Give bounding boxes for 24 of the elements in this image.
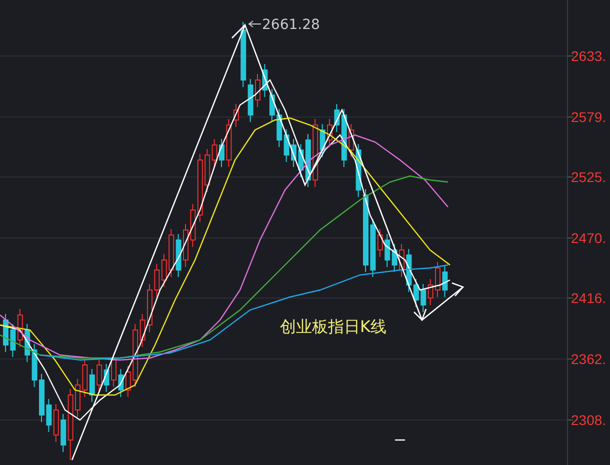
candlestick	[147, 284, 152, 332]
candlestick	[435, 262, 440, 298]
candlestick	[327, 118, 332, 148]
axis-label: 2308.	[571, 411, 606, 429]
candlestick	[255, 74, 260, 108]
candlestick	[291, 138, 296, 168]
axis-label: 2525.	[571, 168, 606, 186]
peak-price-label: 2661.28	[262, 16, 320, 34]
axis-label: 2633.	[571, 47, 606, 65]
axis-label: 2362.	[571, 350, 606, 368]
candlestick	[442, 266, 448, 298]
candlestick	[399, 244, 404, 278]
candlestick	[219, 138, 224, 168]
candlestick	[75, 378, 80, 418]
candlestick	[3, 314, 8, 352]
marker-line	[395, 439, 405, 441]
arrow-icon	[248, 20, 262, 28]
axis-label: 2470.	[571, 229, 606, 247]
candlestick	[39, 374, 44, 422]
axis-label: 2579.	[571, 108, 606, 126]
axis-label: 2416.	[571, 289, 606, 307]
chart-title: 创业板指日K线	[280, 317, 386, 337]
candlestick	[111, 354, 116, 388]
candlestick	[183, 224, 188, 268]
